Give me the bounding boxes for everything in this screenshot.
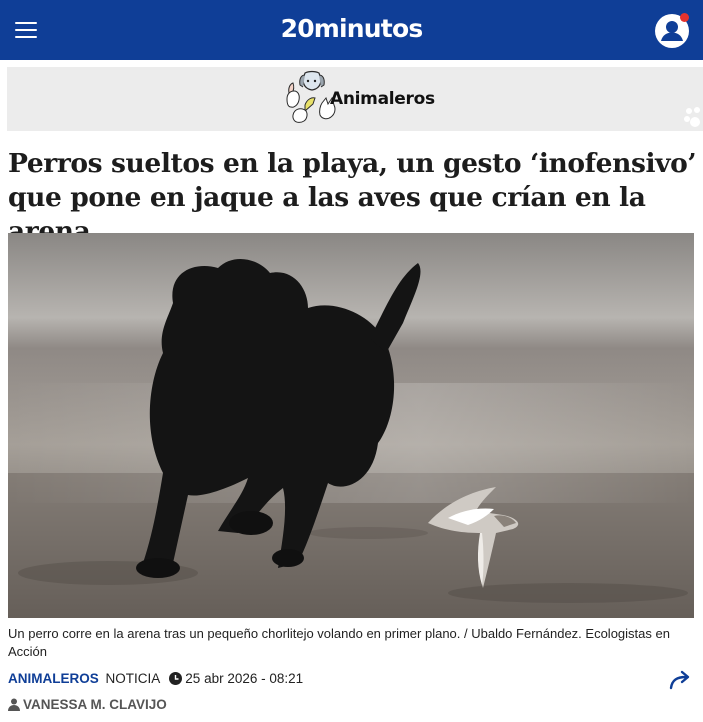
section-link[interactable]: ANIMALEROS [8, 671, 99, 686]
dog-and-bird-photo [8, 233, 694, 618]
article-author[interactable]: VANESSA M. CLAVIJO [8, 697, 167, 712]
publish-date: 25 abr 2026 - 08:21 [185, 671, 304, 686]
top-navigation-bar: 20minutos [0, 0, 703, 60]
site-logo[interactable]: 20minutos [0, 14, 703, 43]
article-type-label: NOTICIA [105, 671, 160, 686]
share-button[interactable] [668, 670, 694, 695]
article-meta: ANIMALEROS NOTICIA 25 abr 2026 - 08:21 [8, 671, 303, 686]
article-main-image[interactable] [8, 233, 694, 618]
person-icon [8, 698, 20, 711]
notification-dot [680, 13, 689, 22]
paw-decoration-icon [684, 107, 700, 127]
author-name: VANESSA M. CLAVIJO [23, 697, 167, 712]
share-arrow-icon [669, 670, 690, 690]
section-banner[interactable]: Animaleros [7, 67, 703, 131]
image-caption: Un perro corre en la arena tras un peque… [8, 626, 670, 659]
clock-icon [169, 672, 183, 685]
section-banner-title: Animaleros [330, 89, 435, 109]
